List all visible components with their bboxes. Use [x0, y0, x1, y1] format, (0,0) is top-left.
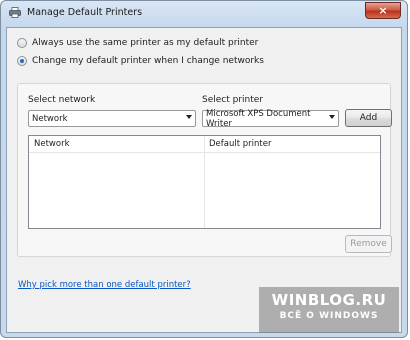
select-printer-label: Select printer	[202, 95, 264, 105]
watermark-title: WINBLOG.RU	[271, 291, 387, 309]
column-divider	[204, 136, 205, 228]
column-header-network[interactable]: Network	[34, 139, 70, 149]
chevron-down-icon	[186, 115, 192, 119]
printer-dropdown-value: Microsoft XPS Document Writer	[206, 108, 311, 129]
window-title: Manage Default Printers	[27, 7, 143, 18]
remove-button-label: Remove	[350, 239, 387, 249]
network-printer-list[interactable]: Network Default printer	[28, 135, 381, 229]
close-button[interactable]: ×	[365, 2, 401, 19]
radio-change-printer[interactable]	[17, 56, 27, 66]
title-bar: Manage Default Printers ×	[1, 1, 407, 27]
printer-dropdown[interactable]: Microsoft XPS Document Writer	[202, 108, 339, 129]
remove-button[interactable]: Remove	[345, 235, 392, 253]
printer-icon	[9, 7, 21, 18]
option-change-printer-label: Change my default printer when I change …	[32, 56, 264, 66]
network-dropdown[interactable]: Network	[28, 110, 196, 127]
help-link[interactable]: Why pick more than one default printer?	[18, 280, 191, 290]
close-icon: ×	[378, 4, 388, 17]
add-button-label: Add	[359, 113, 378, 123]
option-same-printer-label: Always use the same printer as my defaul…	[32, 38, 259, 48]
dialog-window: Manage Default Printers × Always use the…	[0, 0, 408, 338]
network-printer-panel: Select network Network Select printer Mi…	[17, 83, 392, 257]
chevron-down-icon	[329, 115, 335, 119]
select-network-label: Select network	[28, 95, 96, 105]
add-button[interactable]: Add	[345, 109, 392, 127]
column-header-default-printer[interactable]: Default printer	[209, 139, 271, 149]
option-same-printer[interactable]: Always use the same printer as my defaul…	[17, 38, 258, 48]
watermark-logo: WINBLOG.RU ВСЁ О WINDOWS	[259, 287, 399, 333]
radio-same-printer[interactable]	[17, 38, 27, 48]
network-dropdown-value: Network	[32, 113, 68, 124]
watermark-subtitle: ВСЁ О WINDOWS	[279, 311, 379, 321]
option-change-printer[interactable]: Change my default printer when I change …	[17, 56, 264, 66]
